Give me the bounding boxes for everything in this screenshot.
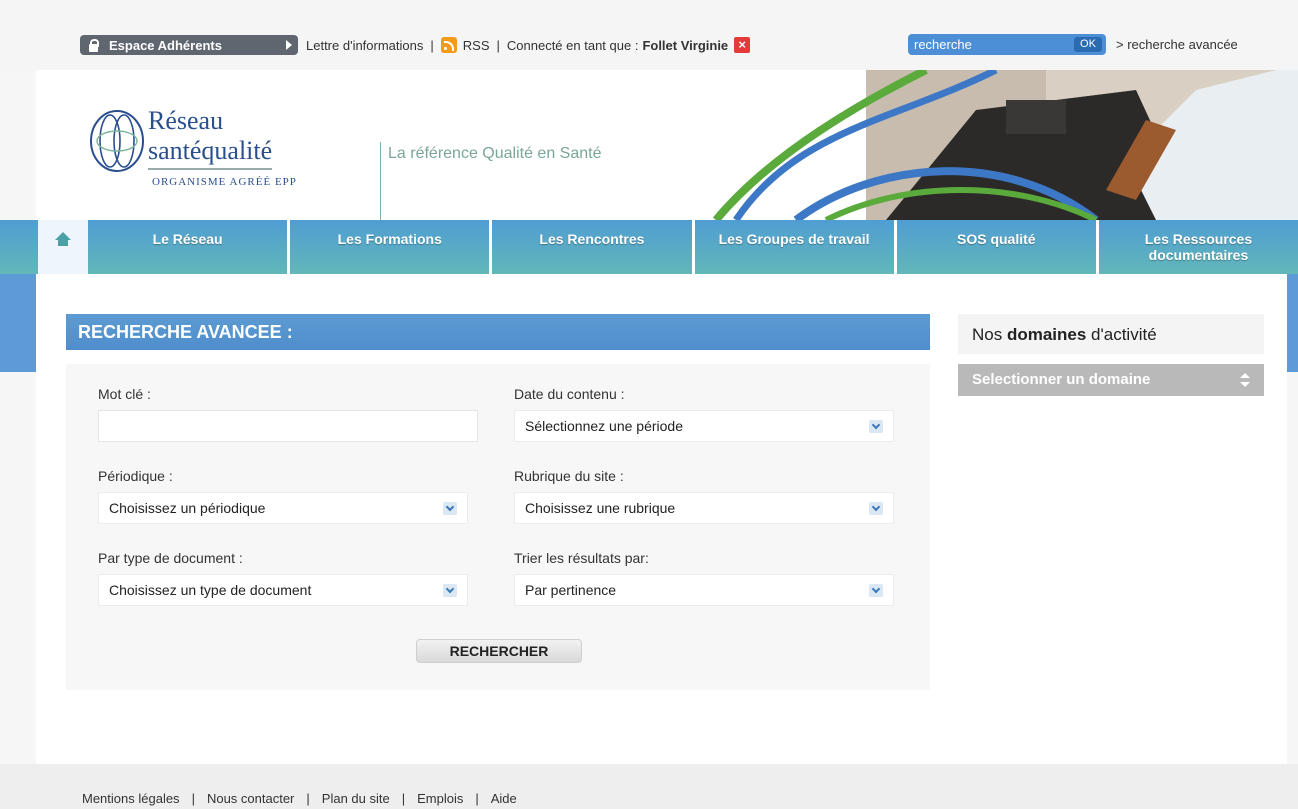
- domain-select-value: Selectionner un domaine: [972, 371, 1151, 388]
- periodique-group: Périodique : Choisissez un périodique: [98, 468, 468, 524]
- footer-link-aide[interactable]: Aide: [491, 791, 517, 806]
- separator: |: [306, 791, 310, 806]
- sort-group: Trier les résultats par: Par pertinence: [514, 550, 894, 606]
- sort-select-value: Par pertinence: [525, 582, 617, 598]
- footer-links: Mentions légales | Nous contacter | Plan…: [82, 791, 517, 806]
- header-banner-image: [676, 70, 1298, 220]
- updown-arrows-icon: [1240, 373, 1250, 387]
- nav-home-button[interactable]: [38, 220, 88, 274]
- domains-title-bold: domaines: [1006, 325, 1087, 344]
- rubrique-select[interactable]: Choisissez une rubrique: [514, 492, 894, 524]
- user-name: Follet Virginie: [642, 37, 729, 53]
- nav-item-formations[interactable]: Les Formations: [287, 220, 489, 274]
- espace-adherents-label: Espace Adhérents: [109, 37, 222, 53]
- top-bar: Espace Adhérents Lettre d'informations |…: [0, 0, 1298, 70]
- logo-text-3: ORGANISME AGRÉÉ EPP: [152, 176, 297, 188]
- nav-item-sos-qualite[interactable]: SOS qualité: [893, 220, 1096, 274]
- date-select-value: Sélectionnez une période: [525, 418, 684, 434]
- advanced-search-form: Mot clé : Date du contenu : Sélectionnez…: [66, 364, 930, 690]
- newsletter-link[interactable]: Lettre d'informations: [306, 38, 423, 53]
- page-title: RECHERCHE AVANCEE :: [66, 314, 930, 350]
- search-submit-button[interactable]: RECHERCHER: [416, 639, 582, 663]
- date-group: Date du contenu : Sélectionnez une pério…: [514, 386, 894, 442]
- main-nav: Le Réseau Les Formations Les Rencontres …: [0, 220, 1298, 274]
- keyword-group: Mot clé :: [98, 386, 478, 442]
- separator: |: [475, 791, 479, 806]
- domains-title-suffix: d'activité: [1086, 325, 1157, 344]
- rss-icon[interactable]: [440, 37, 457, 53]
- rubrique-label: Rubrique du site :: [514, 468, 624, 484]
- periodique-select[interactable]: Choisissez un périodique: [98, 492, 468, 524]
- domain-select[interactable]: Selectionner un domaine: [958, 364, 1264, 396]
- advanced-search-link[interactable]: > recherche avancée: [1116, 37, 1238, 52]
- logout-icon[interactable]: ×: [734, 37, 751, 53]
- lock-icon: [88, 38, 99, 52]
- separator: |: [430, 37, 434, 53]
- keyword-label: Mot clé :: [98, 386, 151, 402]
- search-input[interactable]: [914, 36, 1064, 53]
- chevron-down-icon: [869, 502, 883, 515]
- site-header: Réseau santéqualité ORGANISME AGRÉÉ EPP …: [36, 70, 1298, 220]
- logo-mark-icon: [90, 110, 144, 172]
- top-links: Lettre d'informations | RSS | Connecté e…: [306, 35, 751, 55]
- rss-link[interactable]: RSS: [463, 38, 490, 53]
- separator: |: [191, 791, 195, 806]
- date-select[interactable]: Sélectionnez une période: [514, 410, 894, 442]
- chevron-down-icon: [869, 420, 883, 433]
- date-label: Date du contenu :: [514, 386, 625, 402]
- chevron-down-icon: [443, 584, 457, 597]
- logo-text-1: Réseau: [148, 106, 224, 135]
- tagline: La référence Qualité en Santé: [388, 145, 602, 162]
- search-ok-button[interactable]: OK: [1074, 37, 1102, 52]
- logo[interactable]: Réseau santéqualité ORGANISME AGRÉÉ EPP: [88, 98, 358, 188]
- doctype-select[interactable]: Choisissez un type de document: [98, 574, 468, 606]
- rubrique-select-value: Choisissez une rubrique: [525, 500, 676, 516]
- keyword-input[interactable]: [98, 410, 478, 442]
- sort-select[interactable]: Par pertinence: [514, 574, 894, 606]
- nav-item-reseau[interactable]: Le Réseau: [88, 220, 287, 274]
- nav-item-rencontres[interactable]: Les Rencontres: [489, 220, 691, 274]
- separator: |: [496, 37, 500, 53]
- nav-item-ressources[interactable]: Les Ressources documentaires: [1095, 220, 1298, 274]
- footer-link-mentions[interactable]: Mentions légales: [82, 791, 180, 806]
- chevron-down-icon: [869, 584, 883, 597]
- sort-label: Trier les résultats par:: [514, 550, 649, 566]
- nav-item-groupes[interactable]: Les Groupes de travail: [691, 220, 894, 274]
- footer-link-emplois[interactable]: Emplois: [417, 791, 463, 806]
- quick-search: OK: [908, 34, 1106, 55]
- connected-as-label: Connecté en tant que :: [506, 37, 639, 53]
- accent-strip-right: [1287, 274, 1298, 372]
- espace-adherents-button[interactable]: Espace Adhérents: [80, 35, 298, 55]
- footer-link-plan[interactable]: Plan du site: [322, 791, 390, 806]
- accent-strip-left: [0, 274, 36, 372]
- sidebar-domains: Nos domaines d'activité Selectionner un …: [958, 314, 1264, 396]
- footer: Mentions légales | Nous contacter | Plan…: [0, 764, 1298, 809]
- rubrique-group: Rubrique du site : Choisissez une rubriq…: [514, 468, 894, 524]
- periodique-select-value: Choisissez un périodique: [109, 500, 266, 516]
- doctype-group: Par type de document : Choisissez un typ…: [98, 550, 468, 606]
- tagline-divider: [380, 142, 381, 220]
- main-content: RECHERCHE AVANCEE : Mot clé : Date du co…: [36, 274, 1287, 764]
- home-icon: [55, 232, 71, 246]
- logo-text-2: santéqualité: [148, 136, 273, 170]
- separator: |: [401, 791, 406, 806]
- doctype-select-value: Choisissez un type de document: [109, 582, 312, 598]
- doctype-label: Par type de document :: [98, 550, 243, 566]
- domains-title: Nos domaines d'activité: [958, 314, 1264, 354]
- footer-link-contact[interactable]: Nous contacter: [207, 791, 294, 806]
- periodique-label: Périodique :: [98, 468, 173, 484]
- chevron-down-icon: [443, 502, 457, 515]
- arrow-right-icon: [286, 40, 292, 50]
- domains-title-prefix: Nos: [972, 325, 1007, 344]
